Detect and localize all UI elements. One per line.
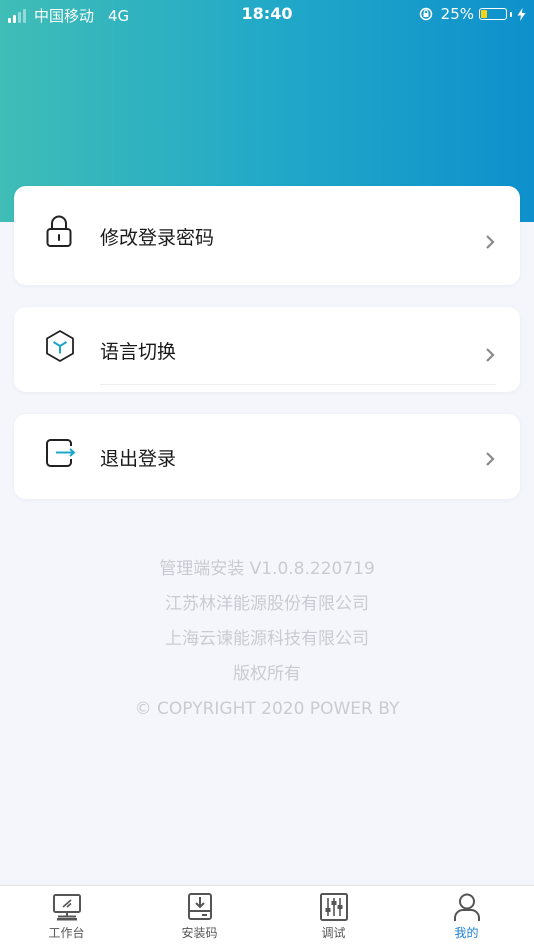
battery-fill	[481, 10, 487, 18]
chevron-right-icon	[486, 348, 495, 362]
tab-mine-label: 我的	[454, 926, 479, 940]
bottom-tab-bar: 工作台 安装码 调试 我的	[0, 885, 534, 950]
tab-workbench-label: 工作台	[48, 926, 85, 940]
tab-mine[interactable]: 我的	[400, 892, 533, 941]
copyright-text: © COPYRIGHT 2020 POWER BY	[134, 699, 400, 719]
status-bar: 中国移动 4G 18:40 25%	[0, 0, 534, 28]
download-box-icon	[187, 893, 212, 920]
logout-icon	[46, 439, 76, 467]
chevron-right-icon	[486, 235, 495, 249]
logout-item[interactable]: 退出登录	[14, 414, 520, 499]
item-divider	[100, 384, 496, 385]
battery-cap	[510, 11, 512, 17]
logout-label: 退出登录	[100, 448, 177, 470]
chevron-right-icon	[486, 452, 495, 466]
app-info: 管理端安装 V1.0.8.220719 江苏林洋能源股份有限公司 上海云谏能源科…	[0, 555, 534, 730]
language-switch-item[interactable]: 语言切换	[14, 307, 520, 392]
battery-icon	[479, 8, 507, 20]
status-right: 25%	[419, 5, 526, 23]
tab-debug-label: 调试	[321, 926, 346, 940]
company-name-2: 上海云谏能源科技有限公司	[165, 629, 369, 649]
monitor-icon	[52, 894, 81, 921]
tab-install-code-label: 安装码	[181, 926, 218, 940]
rights-text: 版权所有	[233, 664, 301, 684]
version-text: 管理端安装 V1.0.8.220719	[159, 559, 375, 579]
change-password-label: 修改登录密码	[100, 227, 215, 249]
lock-icon	[46, 215, 72, 247]
battery-percentage: 25%	[440, 5, 474, 23]
tab-debug[interactable]: 调试	[267, 892, 400, 941]
orientation-lock-icon	[419, 7, 432, 21]
sliders-icon	[319, 893, 348, 921]
user-icon	[453, 893, 480, 921]
charging-bolt-icon	[517, 7, 526, 21]
tab-workbench[interactable]: 工作台	[0, 892, 133, 941]
tab-install-code[interactable]: 安装码	[133, 892, 266, 941]
change-password-item[interactable]: 修改登录密码	[14, 186, 520, 285]
language-switch-label: 语言切换	[100, 341, 177, 363]
cube-icon	[46, 330, 74, 362]
company-name-1: 江苏林洋能源股份有限公司	[165, 594, 369, 614]
